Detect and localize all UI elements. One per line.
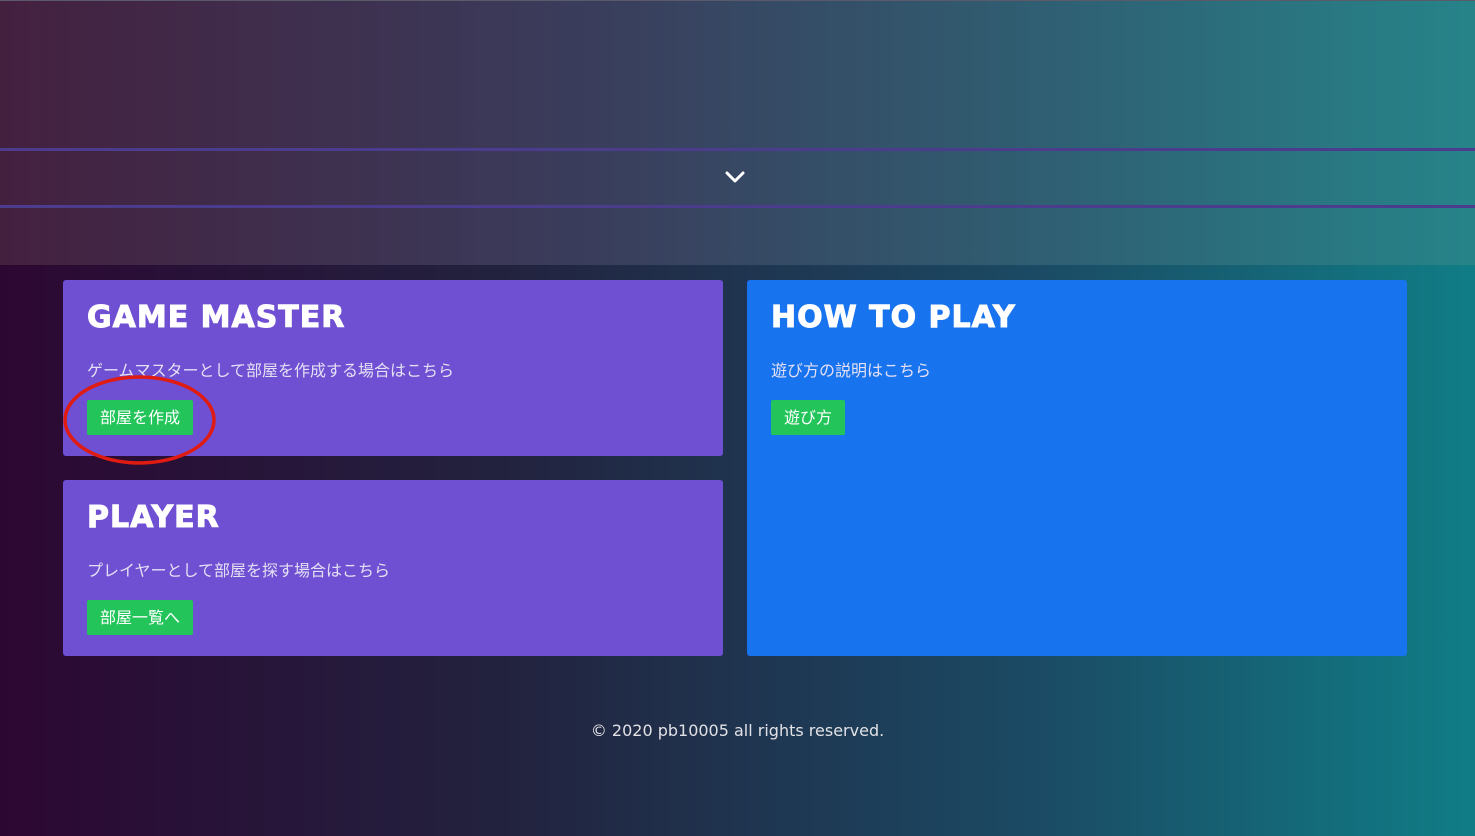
- hero-banner: [0, 0, 1475, 265]
- chevron-down-icon[interactable]: [722, 167, 748, 189]
- hero-divider-top: [0, 148, 1475, 151]
- game-master-title: GAME MASTER: [86, 300, 346, 336]
- game-master-card: GAME MASTER ゲームマスターとして部屋を作成する場合はこちら 部屋を作…: [63, 280, 723, 456]
- create-room-button[interactable]: 部屋を作成: [87, 400, 194, 435]
- game-master-description: ゲームマスターとして部屋を作成する場合はこちら: [87, 361, 455, 380]
- hero-divider-bottom: [0, 205, 1475, 208]
- player-description: プレイヤーとして部屋を探す場合はこちら: [87, 561, 391, 580]
- footer-copyright: © 2020 pb10005 all rights reserved.: [590, 721, 885, 740]
- player-card: PLAYER プレイヤーとして部屋を探す場合はこちら 部屋一覧へ: [63, 480, 723, 656]
- player-title: PLAYER: [87, 500, 220, 536]
- how-to-play-title: HOW TO PLAY: [771, 300, 1016, 336]
- how-to-play-description: 遊び方の説明はこちら: [771, 361, 932, 380]
- how-to-play-button[interactable]: 遊び方: [771, 400, 846, 435]
- room-list-button[interactable]: 部屋一覧へ: [87, 600, 194, 635]
- how-to-play-card: HOW TO PLAY 遊び方の説明はこちら 遊び方: [747, 280, 1407, 656]
